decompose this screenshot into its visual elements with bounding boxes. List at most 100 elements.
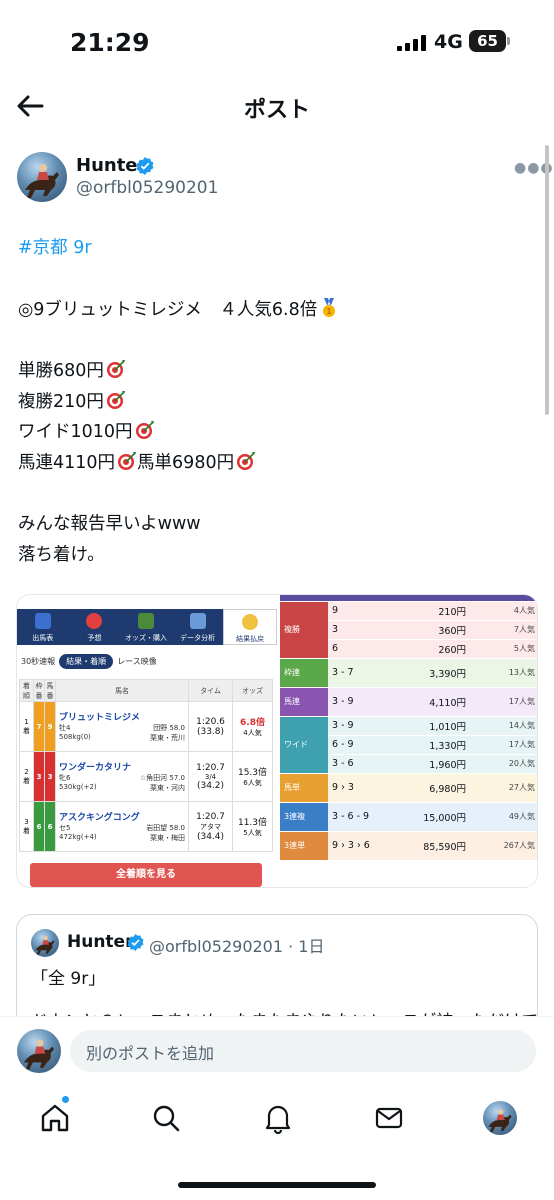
author-handle[interactable]: @orfbl05290201	[76, 178, 218, 198]
top-nav: ポスト	[0, 80, 554, 140]
payout-popularity: 7人気	[470, 620, 537, 640]
payout-label: ワイド	[280, 716, 328, 774]
battery-icon: 65	[469, 30, 506, 52]
payout-popularity: 14人気	[470, 716, 537, 736]
payout-popularity: 267人気	[470, 831, 537, 861]
result-tabbar: 出馬表 予想 オッズ・購入 データ分析 結果払戻	[17, 609, 277, 645]
payout-combo: 3	[328, 620, 390, 640]
payout-amount: 4,110円	[390, 687, 470, 717]
payout-combo: 3 - 6	[328, 754, 390, 774]
battery-cap	[507, 37, 510, 45]
payout-popularity: 27人気	[470, 773, 537, 803]
payout-amount: 1,330円	[390, 735, 470, 755]
status-time: 21:29	[70, 28, 150, 57]
payout-popularity: 20人気	[470, 754, 537, 774]
tab-shutsuba: 出馬表	[17, 609, 69, 645]
umatan-text: 馬単6980円	[137, 453, 235, 473]
payout-combo: 3 - 9	[328, 687, 390, 717]
post-line-pick: ◎9ブリュットミレジメ ４人気6.8倍 1	[18, 296, 337, 321]
messages-envelope-icon[interactable]	[373, 1102, 405, 1134]
pick-text: ◎9ブリュットミレジメ ４人気6.8倍	[18, 300, 318, 320]
tab-data: データ分析	[172, 609, 224, 645]
author-avatar[interactable]	[17, 152, 67, 202]
result-row-2: 2 着 3 3 ワンダーカタリナ 牝6 ☆角田河 57.0 530kg(+2) 栗東…	[19, 751, 273, 802]
post-media[interactable]: 出馬表 予想 オッズ・購入 データ分析 結果払戻 30秒速報 結果・着順 レース映像…	[16, 594, 538, 888]
result-subtabs: 30秒速報 結果・着順 レース映像	[21, 654, 157, 669]
post-line-tansho: 単勝680円	[18, 357, 126, 382]
payout-row: 複勝 9 210円 4人気	[280, 601, 537, 659]
payout-label: 馬連	[280, 687, 328, 717]
result-row-3: 3 着 6 6 アスクキングコング セ5 岩田望 58.0 472kg(+4) 栗東…	[19, 801, 273, 852]
bullseye-icon	[135, 421, 154, 439]
payout-image[interactable]: 複勝 9 210円 4人気 3 360円 7人気 6 260円 5人気 枠連 3 - 7 3,390円 1…	[280, 595, 537, 887]
home-notification-dot	[62, 1096, 69, 1103]
payout-combo: 3 - 9	[328, 716, 390, 736]
payout-label: 複勝	[280, 601, 328, 659]
payout-popularity: 17人気	[470, 687, 537, 717]
post-line-fukusho: 複勝210円	[18, 388, 126, 413]
tab-yoso: 予想	[69, 609, 121, 645]
hashtag-link[interactable]: #京都 9r	[18, 234, 92, 259]
race-result-image[interactable]: 出馬表 予想 オッズ・購入 データ分析 結果払戻 30秒速報 結果・着順 レース映像…	[17, 595, 277, 887]
payout-popularity: 13人気	[470, 658, 537, 688]
quote-author-name: Hunter	[67, 932, 134, 952]
payout-popularity: 49人気	[470, 802, 537, 832]
payout-amount: 1,960円	[390, 754, 470, 774]
post-line-b: 落ち着け。	[18, 545, 105, 565]
jockey-horse-icon	[35, 935, 55, 955]
add-post-input[interactable]: 別のポストを追加	[70, 1030, 536, 1072]
verified-badge-icon	[136, 157, 154, 175]
payout-popularity: 17人気	[470, 735, 537, 755]
add-post-placeholder: 別のポストを追加	[86, 1044, 215, 1063]
search-icon[interactable]	[150, 1102, 182, 1134]
payout-popularity: 4人気	[470, 601, 537, 621]
profile-tab-avatar[interactable]	[483, 1101, 517, 1135]
fukusho-text: 複勝210円	[18, 392, 104, 412]
wide-text: ワイド1010円	[18, 422, 133, 442]
scrollbar[interactable]	[545, 145, 549, 415]
payout-combo: 3 - 7	[328, 658, 390, 688]
result-table: 着順 枠番 馬番 馬名 タイム オッズ 1 着 7 9 ブリュットミレジメ 牡4…	[19, 679, 273, 852]
home-icon[interactable]	[39, 1102, 71, 1134]
payout-combo: 9 › 3	[328, 773, 390, 803]
payout-popularity: 5人気	[470, 639, 537, 659]
bullseye-icon	[118, 452, 137, 470]
svg-text:1: 1	[327, 307, 332, 316]
tab-odds: オッズ・購入	[120, 609, 172, 645]
post-line-a: みんな報告早いよwww	[18, 514, 201, 534]
payout-label: 3連単	[280, 831, 328, 861]
tab-result: 結果払戻	[223, 609, 277, 645]
payout-combo: 9	[328, 601, 390, 621]
payout-row: 馬連 3 - 9 4,110円 17人気	[280, 687, 537, 717]
quote-author-handle: @orfbl05290201 · 1日	[149, 937, 325, 956]
payout-amount: 360円	[390, 620, 470, 640]
payout-combo: 3 - 6 - 9	[328, 802, 390, 832]
home-indicator	[178, 1182, 376, 1188]
result-row-1: 1 着 7 9 ブリュットミレジメ 牡4 団野 58.0 508kg(0) 栗東・荒…	[19, 701, 273, 752]
network-type: 4G	[434, 31, 463, 53]
notifications-bell-icon[interactable]	[262, 1102, 294, 1134]
jockey-horse-icon	[25, 164, 59, 198]
payout-label: 枠連	[280, 658, 328, 688]
payout-combo: 9 › 3 › 6	[328, 831, 390, 861]
payout-row: ワイド 3 - 9 1,010円 14人気	[280, 716, 537, 774]
payout-table: 複勝 9 210円 4人気 3 360円 7人気 6 260円 5人気 枠連 3 - 7 3,390円 1…	[280, 595, 537, 861]
quote-text-line1: 「全 9r」	[31, 969, 106, 989]
payout-amount: 3,390円	[390, 658, 470, 688]
status-bar: 21:29 4G 65	[0, 0, 554, 80]
payout-combo: 6	[328, 639, 390, 659]
post-line-umaren: 馬連4110円 馬単6980円	[18, 449, 256, 474]
payout-label: 3連複	[280, 802, 328, 832]
payout-label: 馬単	[280, 773, 328, 803]
quote-avatar	[31, 929, 59, 957]
bullseye-icon	[106, 360, 125, 378]
payout-amount: 15,000円	[390, 802, 470, 832]
payout-amount: 6,980円	[390, 773, 470, 803]
payout-row: 3連単 9 › 3 › 6 85,590円 267人気	[280, 831, 537, 861]
payout-amount: 1,010円	[390, 716, 470, 736]
payout-combo: 6 - 9	[328, 735, 390, 755]
payout-row: 3連複 3 - 6 - 9 15,000円 49人気	[280, 802, 537, 832]
payout-row: 枠連 3 - 7 3,390円 13人気	[280, 658, 537, 688]
gold-medal-icon: 1	[323, 298, 336, 317]
all-results-button: 全着順を見る	[30, 863, 262, 887]
